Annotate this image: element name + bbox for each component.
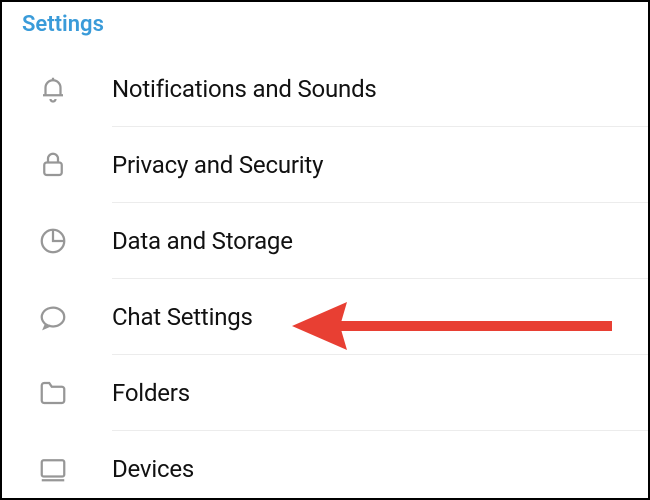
settings-item-privacy[interactable]: Privacy and Security <box>2 127 648 203</box>
settings-item-label: Data and Storage <box>112 227 293 255</box>
settings-item-label: Devices <box>112 455 194 483</box>
bell-icon <box>2 74 112 104</box>
lock-icon <box>2 150 112 180</box>
settings-item-label: Notifications and Sounds <box>112 75 377 103</box>
settings-item-folders[interactable]: Folders <box>2 355 648 431</box>
devices-icon <box>2 454 112 484</box>
settings-screen: Settings Notifications and Sounds Privac… <box>0 0 650 500</box>
settings-item-devices[interactable]: Devices <box>2 431 648 500</box>
settings-item-label: Chat Settings <box>112 303 253 331</box>
settings-item-data-storage[interactable]: Data and Storage <box>2 203 648 279</box>
settings-item-label: Folders <box>112 379 190 407</box>
folder-icon <box>2 378 112 408</box>
chat-icon <box>2 302 112 332</box>
settings-list: Notifications and Sounds Privacy and Sec… <box>2 51 648 500</box>
settings-item-label: Privacy and Security <box>112 151 323 179</box>
section-header: Settings <box>2 2 648 51</box>
settings-item-chat-settings[interactable]: Chat Settings <box>2 279 648 355</box>
settings-item-notifications[interactable]: Notifications and Sounds <box>2 51 648 127</box>
pie-icon <box>2 226 112 256</box>
